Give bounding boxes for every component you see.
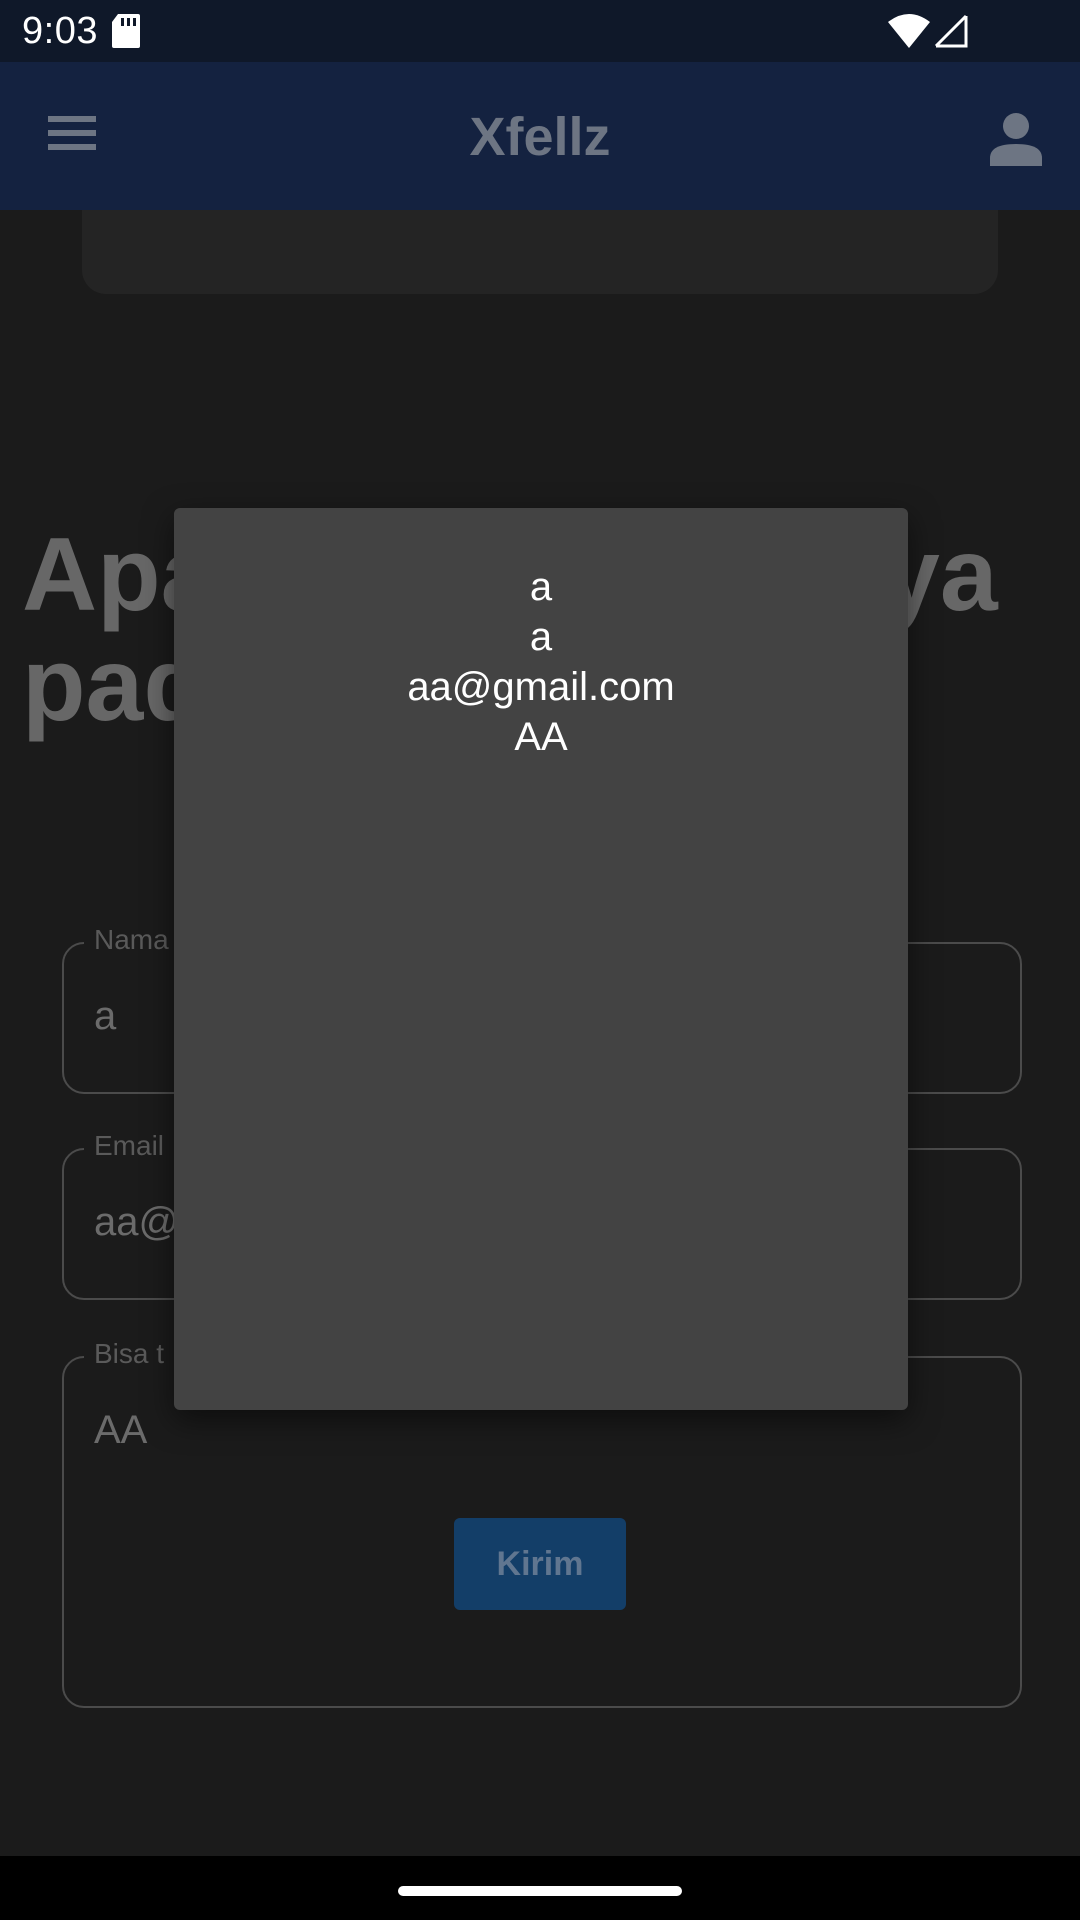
dialog-content: a a aa@gmail.com AA [174,562,908,762]
status-time: 9:03 [22,10,98,52]
signal-icon [934,14,968,48]
status-bar: 9:03 [0,0,1080,62]
dialog-line-email: aa@gmail.com [407,665,675,709]
home-gesture-handle[interactable] [398,1886,682,1896]
email-field-label: Email [84,1130,175,1162]
message-field-value: AA [94,1408,148,1452]
name-field-label: Nama [84,924,179,956]
dialog-line-name2: a [529,615,553,659]
sd-card-icon [112,14,140,48]
wifi-icon [888,14,930,48]
message-field-label: Bisa t [84,1338,175,1370]
app-bar: Xfellz [0,62,1080,210]
name-field-value: a [94,994,117,1038]
system-nav-bar [0,1856,1080,1920]
account-icon[interactable] [990,110,1042,166]
dialog-line-message: AA [514,715,568,759]
top-card [82,210,998,294]
app-title: Xfellz [469,107,611,167]
email-field-value: aa@ [94,1200,180,1244]
dialog-line-name: a [529,565,553,609]
submit-button[interactable]: Kirim [454,1518,626,1610]
submission-dialog[interactable]: a a aa@gmail.com AA [174,508,908,1410]
